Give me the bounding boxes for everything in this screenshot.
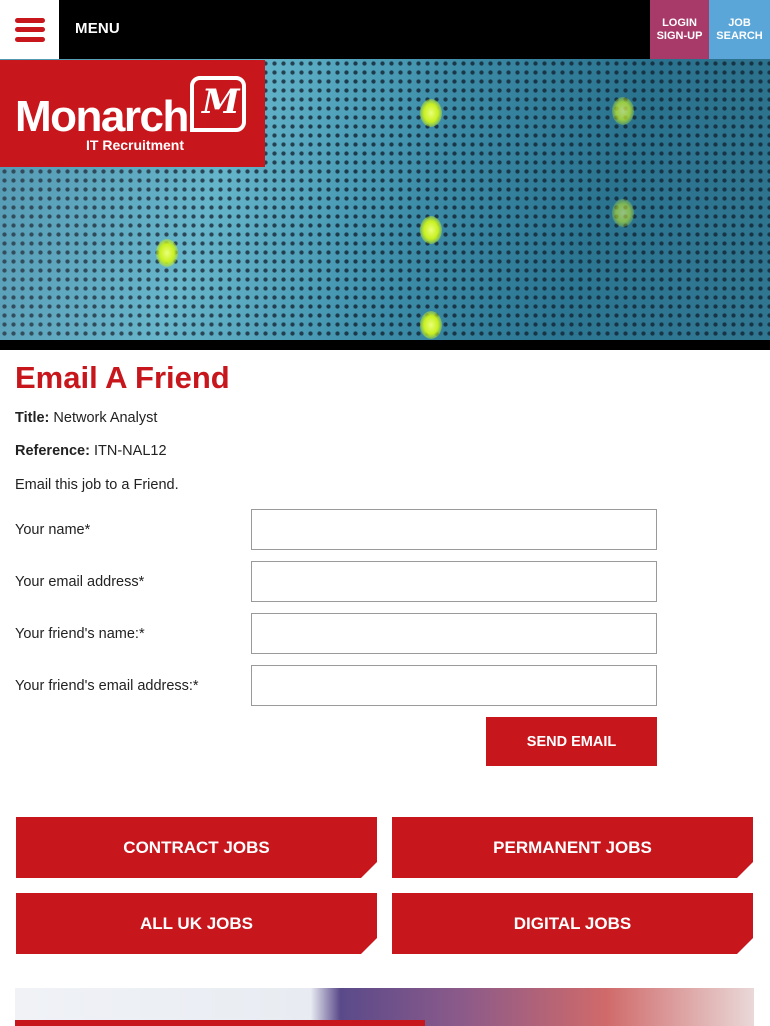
logo-m-icon: M	[190, 76, 246, 132]
hamburger-menu-icon	[14, 17, 45, 42]
login-signup-button[interactable]: LOGIN SIGN-UP	[650, 0, 709, 59]
login-line-1: LOGIN	[662, 16, 697, 29]
logo-mark-letter: M	[202, 82, 240, 122]
your-email-label: Your email address*	[15, 574, 145, 590]
menu-label[interactable]: MENU	[75, 20, 120, 37]
friend-email-input[interactable]	[251, 665, 657, 706]
reference-row: Reference: ITN-NAL12	[15, 443, 167, 459]
job-title-label: Title:	[15, 410, 50, 426]
top-bar: MENU LOGIN SIGN-UP JOB SEARCH	[0, 0, 770, 59]
digital-jobs-button[interactable]: DIGITAL JOBS	[392, 893, 753, 954]
job-title-value: Network Analyst	[53, 410, 158, 426]
friend-name-input[interactable]	[251, 613, 657, 654]
site-logo[interactable]: Monarch M IT Recruitment	[0, 60, 265, 167]
bottom-promo-bar	[15, 1020, 425, 1026]
friend-name-label: Your friend's name:*	[15, 626, 145, 642]
contract-jobs-button[interactable]: CONTRACT JOBS	[16, 817, 377, 878]
friend-email-label: Your friend's email address:*	[15, 678, 199, 694]
your-email-input[interactable]	[251, 561, 657, 602]
menu-toggle-button[interactable]	[0, 0, 59, 59]
bottom-promo-image	[15, 988, 754, 1026]
reference-label: Reference:	[15, 443, 90, 459]
jobsearch-line-2: SEARCH	[716, 29, 763, 42]
login-line-2: SIGN-UP	[656, 29, 703, 42]
intro-text: Email this job to a Friend.	[15, 477, 179, 493]
your-name-input[interactable]	[251, 509, 657, 550]
your-name-label: Your name*	[15, 522, 91, 538]
permanent-jobs-button[interactable]: PERMANENT JOBS	[392, 817, 753, 878]
job-title-row: Title: Network Analyst	[15, 410, 157, 426]
logo-tagline: IT Recruitment	[86, 137, 185, 153]
jobsearch-line-1: JOB	[728, 16, 751, 29]
page-title: Email A Friend	[15, 360, 230, 395]
job-search-button[interactable]: JOB SEARCH	[709, 0, 770, 59]
all-uk-jobs-button[interactable]: ALL UK JOBS	[16, 893, 377, 954]
hero-divider	[0, 340, 770, 350]
send-email-button[interactable]: SEND EMAIL	[486, 717, 657, 766]
logo-wordmark: Monarch	[15, 92, 189, 141]
reference-value: ITN-NAL12	[93, 443, 167, 459]
